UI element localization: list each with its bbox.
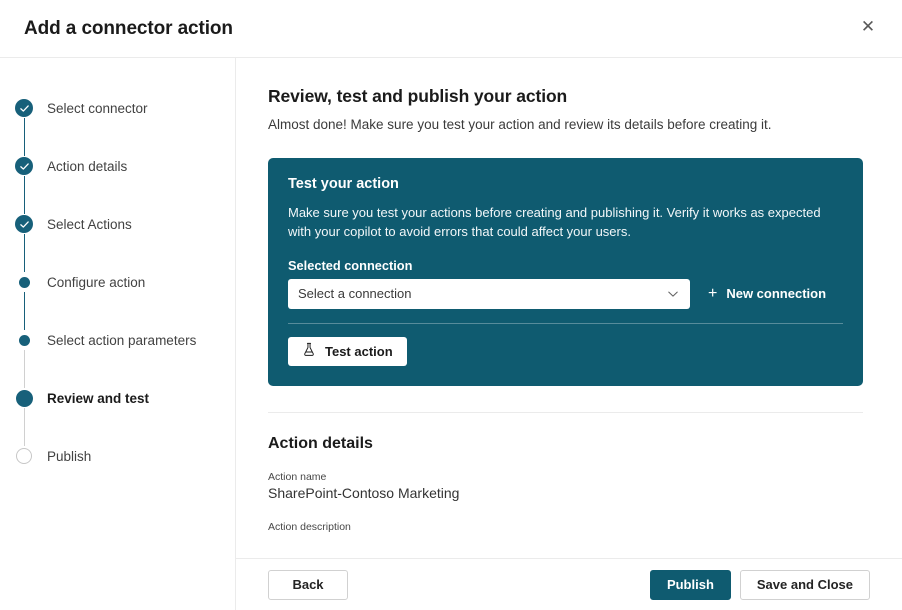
- step-marker-completed-icon: [14, 156, 34, 176]
- dialog-footer: Back Publish Save and Close: [236, 558, 902, 610]
- dialog-header: Add a connector action ✕: [0, 0, 902, 58]
- test-card-description: Make sure you test your actions before c…: [288, 204, 843, 242]
- action-name-value: SharePoint-Contoso Marketing: [268, 485, 864, 501]
- beaker-icon: [302, 342, 316, 360]
- step-marker-dot-icon: [14, 272, 34, 292]
- back-button[interactable]: Back: [268, 570, 348, 600]
- step-label: Action details: [47, 159, 127, 174]
- step-label: Select Actions: [47, 217, 132, 232]
- sidebar-step-select-connector[interactable]: Select connector: [0, 98, 235, 118]
- footer-right-actions: Publish Save and Close: [650, 570, 870, 600]
- action-details-heading: Action details: [268, 435, 864, 453]
- publish-button[interactable]: Publish: [650, 570, 731, 600]
- dialog-body: Select connector Action details: [0, 58, 902, 610]
- step-marker-dot-icon: [14, 330, 34, 350]
- wizard-steps: Select connector Action details: [0, 98, 235, 466]
- connection-select-value: Select a connection: [298, 286, 666, 301]
- step-label: Publish: [47, 449, 91, 464]
- test-action-label: Test action: [325, 344, 393, 359]
- step-marker-current-icon: [14, 388, 34, 408]
- sidebar-step-select-actions[interactable]: Select Actions: [0, 214, 235, 234]
- test-action-button[interactable]: Test action: [288, 337, 407, 366]
- step-label: Review and test: [47, 391, 149, 406]
- action-description-label: Action description: [268, 521, 864, 533]
- sidebar-step-review-and-test[interactable]: Review and test: [0, 388, 235, 408]
- step-marker-completed-icon: [14, 98, 34, 118]
- sidebar-step-publish[interactable]: Publish: [0, 446, 235, 466]
- connection-select[interactable]: Select a connection: [288, 279, 690, 309]
- test-card-title: Test your action: [288, 176, 843, 192]
- new-connection-label: New connection: [726, 286, 826, 301]
- test-your-action-card: Test your action Make sure you test your…: [268, 158, 863, 386]
- save-and-close-button[interactable]: Save and Close: [740, 570, 870, 600]
- sidebar-step-configure-action[interactable]: Configure action: [0, 272, 235, 292]
- sidebar-step-select-action-parameters[interactable]: Select action parameters: [0, 330, 235, 350]
- sidebar-step-action-details[interactable]: Action details: [0, 156, 235, 176]
- add-connector-action-dialog: Add a connector action ✕ Select connecto…: [0, 0, 902, 610]
- selected-connection-label: Selected connection: [288, 258, 843, 273]
- connection-row: Select a connection + New connection: [288, 279, 843, 309]
- card-divider: [288, 323, 843, 324]
- wizard-stepper-sidebar: Select connector Action details: [0, 58, 236, 610]
- page-title: Review, test and publish your action: [268, 86, 864, 107]
- step-label: Select connector: [47, 101, 148, 116]
- chevron-down-icon: [666, 287, 680, 301]
- action-name-label: Action name: [268, 471, 864, 483]
- details-divider: [268, 412, 863, 413]
- page-subtitle: Almost done! Make sure you test your act…: [268, 117, 864, 132]
- plus-icon: +: [708, 286, 717, 302]
- step-label: Select action parameters: [47, 333, 196, 348]
- main-content-panel: Review, test and publish your action Alm…: [236, 58, 902, 610]
- dialog-title: Add a connector action: [24, 18, 233, 40]
- step-marker-empty-icon: [14, 446, 34, 466]
- new-connection-button[interactable]: + New connection: [708, 286, 826, 302]
- close-icon[interactable]: ✕: [848, 8, 888, 44]
- step-label: Configure action: [47, 275, 145, 290]
- step-marker-completed-icon: [14, 214, 34, 234]
